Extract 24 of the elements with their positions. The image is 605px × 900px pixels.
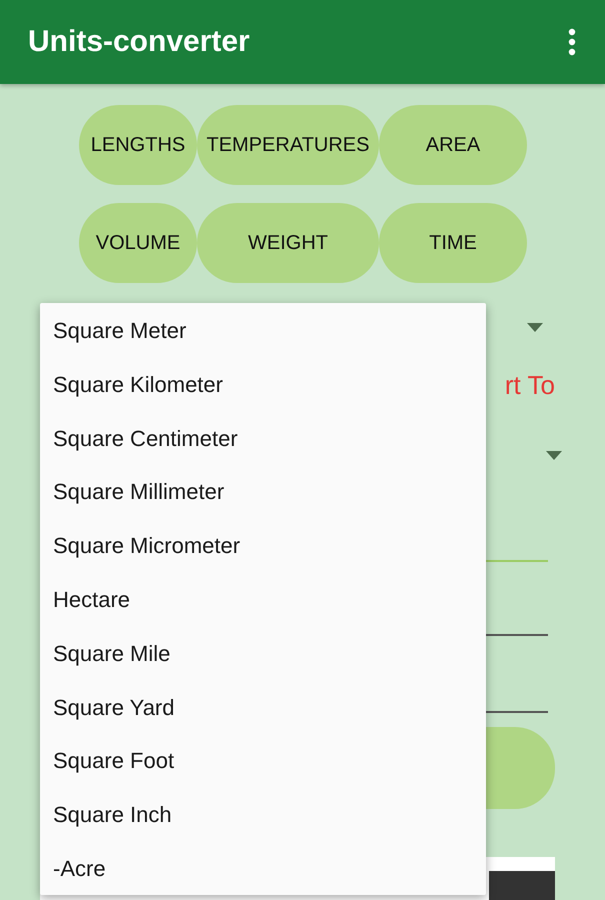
category-button[interactable]: WEIGHT [197, 203, 379, 283]
dropdown-item[interactable]: Hectare [40, 572, 486, 627]
dropdown-item[interactable]: Square Mile [40, 626, 486, 681]
category-button[interactable]: TEMPERATURES [197, 105, 379, 185]
category-button[interactable]: VOLUME [79, 203, 197, 283]
category-button[interactable]: AREA [379, 105, 527, 185]
dropdown-item[interactable]: Square Inch [40, 788, 486, 842]
dropdown-item[interactable]: -Acre [40, 842, 486, 896]
app-title: Units-converter [28, 25, 250, 59]
dropdown-arrow-icon[interactable] [527, 323, 543, 332]
ad-button[interactable] [489, 871, 555, 900]
category-button[interactable]: TIME [379, 203, 527, 283]
dropdown-item[interactable]: Square Micrometer [40, 519, 486, 573]
dropdown-item[interactable]: Square Kilometer [40, 358, 486, 412]
dropdown-item[interactable]: Square Yard [40, 680, 486, 734]
dropdown-item[interactable]: Square Meter [40, 304, 486, 358]
more-options-icon[interactable] [567, 28, 577, 56]
dropdown-arrow-icon[interactable] [546, 451, 562, 460]
category-button[interactable]: LENGTHS [79, 105, 197, 185]
dropdown-item[interactable]: Square Foot [40, 734, 486, 788]
dropdown-item[interactable]: Square Millimeter [40, 465, 486, 520]
dropdown-item[interactable]: Square Centimeter [40, 412, 486, 466]
convert-to-label: rt To [504, 370, 555, 401]
convert-button[interactable] [485, 727, 555, 809]
